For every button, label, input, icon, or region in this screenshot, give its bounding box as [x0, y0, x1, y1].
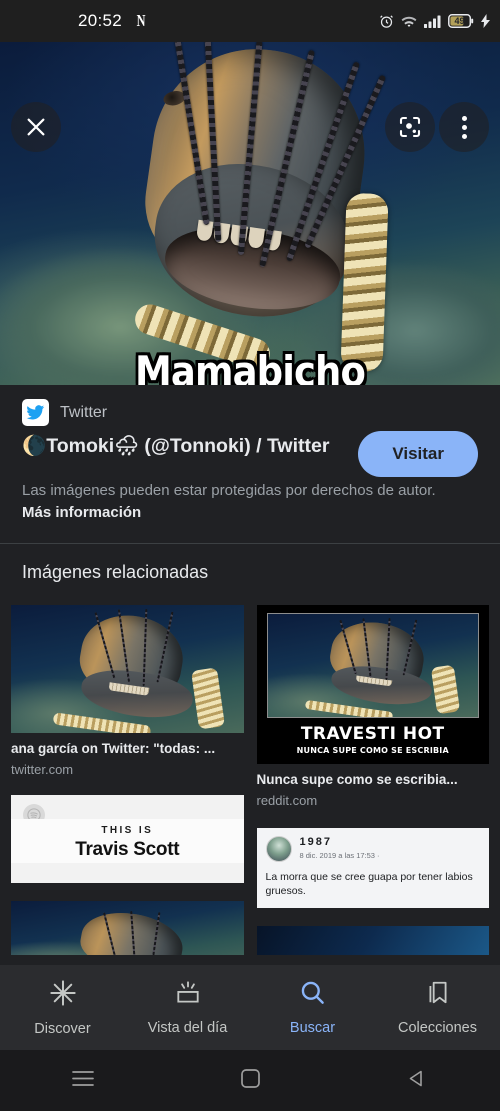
spotify-eyebrow: THIS IS: [101, 824, 154, 836]
related-thumbnail[interactable]: TRAVESTI HOT NUNCA SUPE COMO SE ESCRIBIA: [256, 605, 489, 765]
related-column-left: ana garcía on Twitter: "todas: ... twitt…: [11, 605, 244, 956]
status-bar-left: 20:52 N: [78, 11, 146, 31]
related-tile[interactable]: 1987 8 dic. 2019 a las 17:53 · La morra …: [256, 827, 489, 909]
nav-item-vista-del-dia[interactable]: Vista del día: [125, 980, 250, 1036]
source-page-title[interactable]: 🌘Tomoki🌧 (@Tonnoki) / Twitter: [22, 434, 342, 460]
twitter-icon: [22, 399, 49, 426]
related-thumbnail[interactable]: 1987 8 dic. 2019 a las 17:53 · La morra …: [256, 827, 489, 909]
copyright-notice: Las imágenes pueden estar protegidas por…: [22, 480, 467, 524]
discover-sparkle-icon: [49, 979, 77, 1012]
more-vertical-icon: [461, 115, 467, 139]
back-button[interactable]: [333, 1069, 500, 1093]
source-header: Twitter: [22, 399, 478, 426]
poster-subtitle: NUNCA SUPE COMO SE ESCRIBIA: [296, 746, 449, 756]
post-date: 8 dic. 2019 a las 17:53 ·: [299, 850, 380, 860]
meme-caption-text: Mamabicho: [134, 347, 366, 386]
charging-bolt-icon: [481, 14, 490, 28]
bottom-navigation-bar: Discover Vista del día Buscar Coleccione…: [0, 965, 500, 1050]
back-triangle-icon: [407, 1069, 426, 1093]
home-button[interactable]: [167, 1068, 334, 1093]
recents-menu-icon: [72, 1070, 95, 1092]
related-tile[interactable]: ana garcía on Twitter: "todas: ... twitt…: [11, 605, 244, 777]
nav-label: Discover: [34, 1020, 91, 1037]
related-thumbnail[interactable]: [11, 900, 244, 956]
eel-illustration: [108, 42, 409, 373]
related-domain: twitter.com: [11, 761, 74, 777]
related-tile[interactable]: [256, 926, 489, 956]
related-domain: reddit.com: [256, 792, 318, 808]
bookmark-icon: [425, 979, 451, 1011]
nav-label: Buscar: [289, 1020, 336, 1036]
nav-item-colecciones[interactable]: Colecciones: [375, 979, 500, 1036]
alarm-icon: [379, 14, 394, 29]
android-navigation-bar: [0, 1050, 500, 1111]
battery-icon: 49: [448, 14, 474, 28]
nav-item-buscar[interactable]: Buscar: [250, 979, 375, 1036]
related-tile[interactable]: [11, 900, 244, 956]
nav-label: Vista del día: [147, 1019, 228, 1036]
related-caption: Nunca supe como se escribia...: [256, 772, 458, 788]
status-bar: 20:52 N 49: [0, 0, 500, 42]
main-image-viewer[interactable]: Mamabicho: [0, 42, 500, 385]
daily-view-icon: [174, 980, 202, 1011]
source-site-name: Twitter: [60, 403, 108, 421]
related-thumbnail[interactable]: THIS IS Travis Scott: [11, 794, 244, 883]
copyright-learn-more-link[interactable]: Más información: [22, 504, 141, 521]
status-bar-right: 49: [379, 14, 490, 29]
netflix-icon: N: [136, 11, 146, 30]
nav-item-discover[interactable]: Discover: [0, 979, 125, 1037]
visit-button[interactable]: Visitar: [358, 431, 478, 477]
battery-level: 49: [454, 16, 465, 26]
related-images-grid: ana garcía on Twitter: "todas: ... twitt…: [0, 605, 500, 956]
wifi-icon: [401, 15, 417, 28]
close-button[interactable]: [11, 102, 61, 152]
related-column-right: TRAVESTI HOT NUNCA SUPE COMO SE ESCRIBIA…: [256, 605, 489, 956]
recents-button[interactable]: [0, 1070, 167, 1092]
spotify-artist: Travis Scott: [75, 838, 180, 860]
signal-icon: [424, 15, 441, 28]
status-time: 20:52: [78, 11, 123, 30]
related-images-heading: Imágenes relacionadas: [22, 562, 209, 583]
home-square-icon: [240, 1068, 260, 1093]
related-thumbnail[interactable]: [11, 605, 244, 734]
poster-title: TRAVESTI HOT: [300, 724, 445, 745]
avatar: [265, 835, 292, 862]
post-author: 1987: [299, 835, 332, 848]
search-icon: [299, 979, 326, 1011]
related-thumbnail[interactable]: [256, 926, 489, 956]
related-images-section: Imágenes relacionadas: [0, 544, 500, 583]
source-card: Twitter 🌘Tomoki🌧 (@Tonnoki) / Twitter Vi…: [0, 385, 500, 543]
google-lens-button[interactable]: [385, 102, 435, 152]
related-tile[interactable]: TRAVESTI HOT NUNCA SUPE COMO SE ESCRIBIA…: [256, 605, 489, 808]
post-text: La morra que se cree guapa por tener lab…: [265, 870, 473, 898]
copyright-text: Las imágenes pueden estar protegidas por…: [22, 481, 436, 499]
more-options-button[interactable]: [439, 102, 489, 152]
nav-label: Colecciones: [398, 1020, 477, 1036]
related-tile[interactable]: THIS IS Travis Scott: [11, 794, 244, 883]
related-caption: ana garcía on Twitter: "todas: ...: [11, 741, 216, 757]
